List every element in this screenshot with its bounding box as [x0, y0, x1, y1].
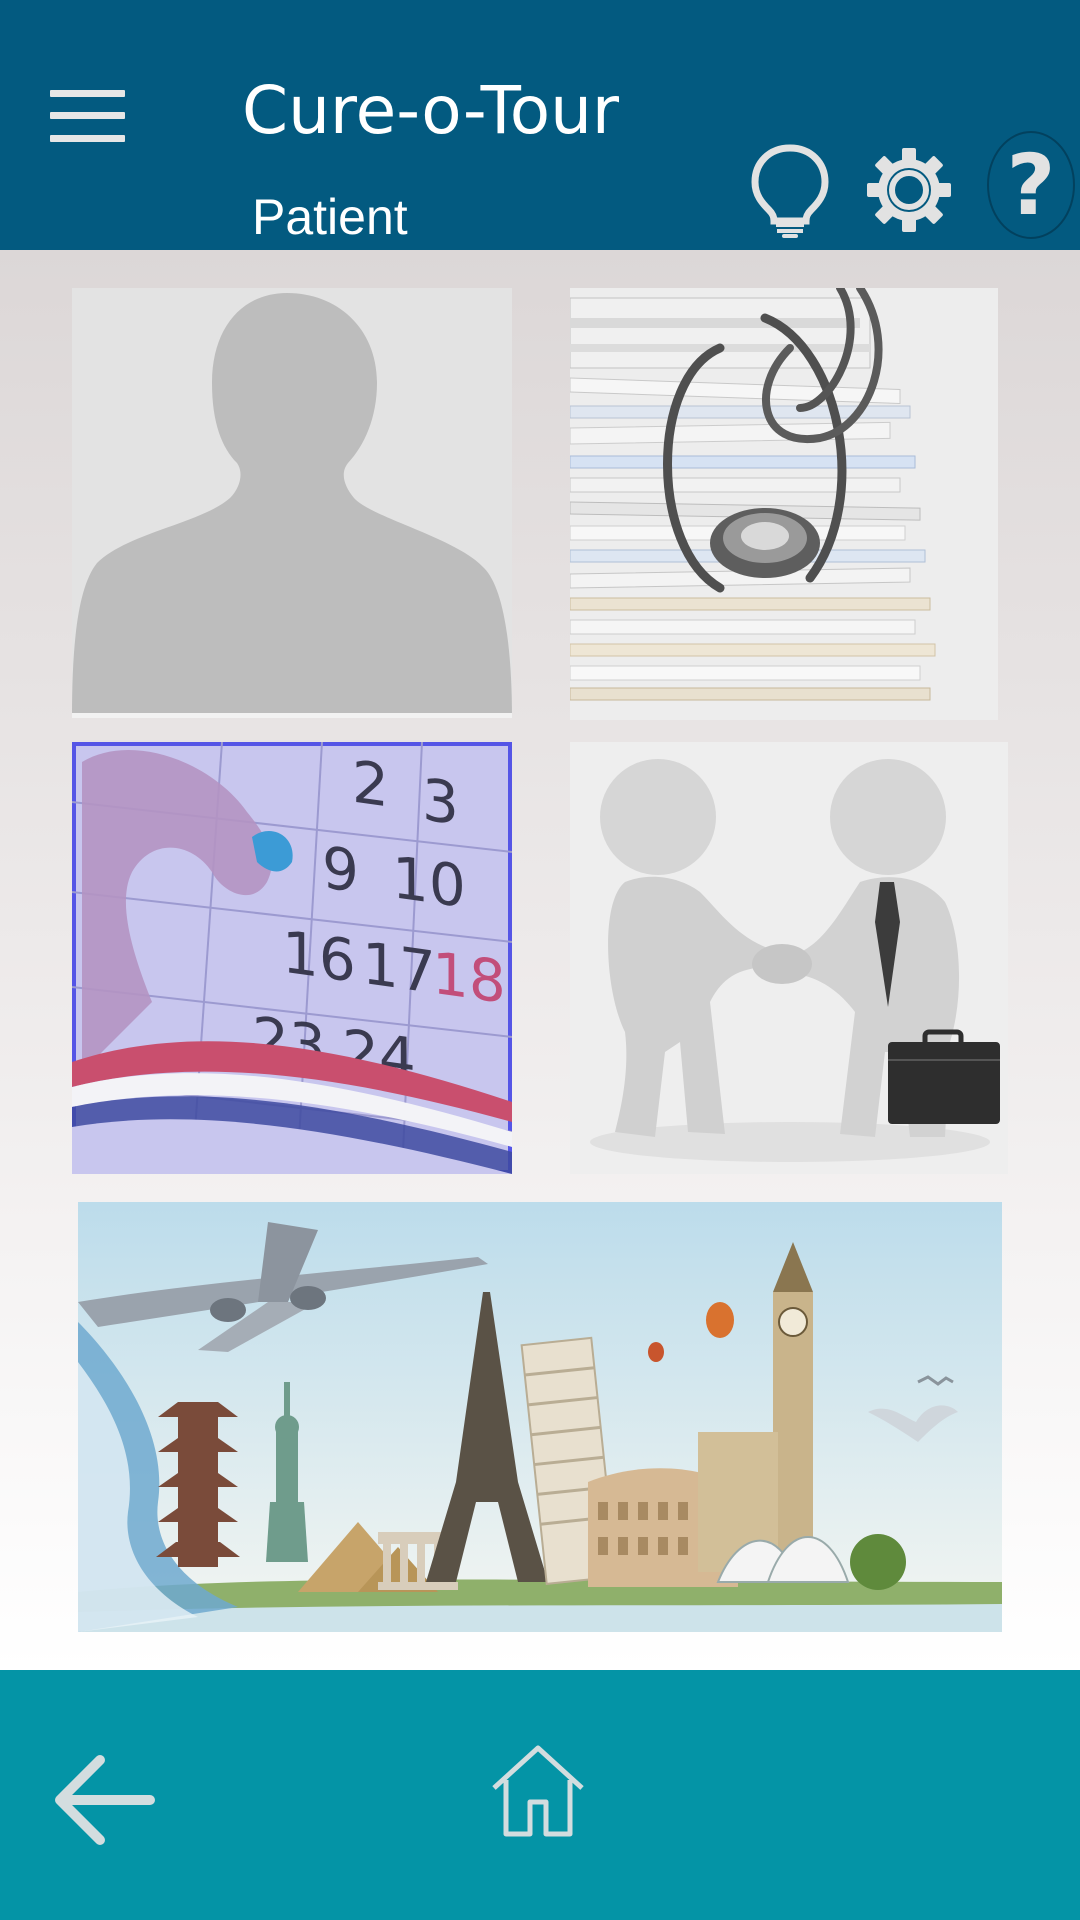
- hamburger-menu-icon[interactable]: [50, 90, 125, 142]
- app-header: Cure-o-Tour Patient ?: [0, 0, 1080, 250]
- svg-text:3: 3: [422, 765, 459, 838]
- user-role-label: Patient: [252, 189, 408, 245]
- doctor-connect-tile[interactable]: [570, 742, 1008, 1174]
- svg-text:?: ?: [1007, 136, 1056, 234]
- svg-text:2: 2: [352, 748, 389, 821]
- travel-tile[interactable]: [78, 1202, 1002, 1632]
- handshake-image: [570, 742, 1008, 1174]
- stethoscope-documents-image: [570, 288, 998, 720]
- appointments-tile[interactable]: 2 3 9 10 16 17 18 23 24: [72, 742, 512, 1174]
- svg-text:16: 16: [282, 918, 356, 996]
- bottom-navigation-bar: [0, 1670, 1080, 1920]
- calendar-image: 2 3 9 10 16 17 18 23 24: [72, 742, 512, 1174]
- gear-icon[interactable]: [864, 142, 954, 238]
- svg-text:9: 9: [322, 833, 359, 906]
- person-silhouette-image: [72, 288, 512, 718]
- home-icon[interactable]: [488, 1740, 588, 1840]
- question-mark-icon[interactable]: ?: [985, 130, 1077, 240]
- svg-text:17: 17: [362, 929, 436, 1007]
- svg-text:18: 18: [432, 939, 506, 1017]
- world-landmarks-image: [78, 1202, 1002, 1632]
- profile-tile[interactable]: [72, 288, 512, 718]
- medical-records-tile[interactable]: [570, 288, 998, 720]
- app-title: Cure-o-Tour: [242, 72, 620, 149]
- back-arrow-icon[interactable]: [50, 1745, 160, 1855]
- lightbulb-icon[interactable]: [745, 142, 835, 238]
- svg-text:10: 10: [392, 843, 466, 921]
- dashboard-grid: 2 3 9 10 16 17 18 23 24: [0, 250, 1080, 1670]
